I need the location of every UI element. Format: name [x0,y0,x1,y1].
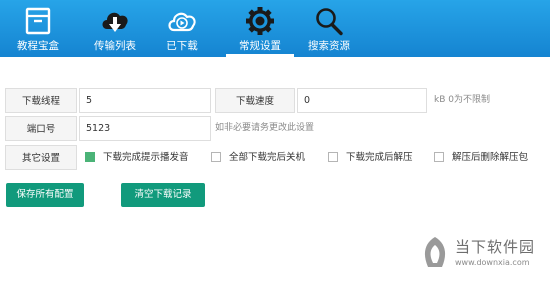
box-icon [25,7,51,35]
option-play-sound[interactable]: 下载完成提示播发音 [85,145,205,170]
tab-search-resources[interactable]: 搜索资源 [302,0,356,57]
tab-label: 教程宝盒 [17,40,59,52]
port-hint: 如非必要请务更改此设置 [215,123,315,133]
port-label: 端口号 [5,116,77,141]
other-settings-label: 其它设置 [5,145,77,170]
checkbox[interactable] [211,152,221,162]
watermark-name: 当下软件园 [455,238,536,256]
gear-icon [246,7,274,35]
option-label: 解压后删除解压包 [452,152,529,163]
cloud-download-icon [102,12,128,32]
speed-input[interactable]: 0 [297,88,427,113]
save-all-button[interactable]: 保存所有配置 [6,183,84,207]
tab-label: 已下载 [166,40,198,52]
app-window: 教程宝盒 传输列表 已下载 常规设置 搜索资源 下载线程 5 下载速度 0 kB… [0,0,550,284]
checkbox[interactable] [85,152,95,162]
option-shutdown[interactable]: 全部下载完后关机 [211,145,321,170]
checkbox[interactable] [434,152,444,162]
option-label: 下载完成后解压 [346,152,413,163]
option-label: 下载完成提示播发音 [103,152,189,163]
watermark-logo-icon [424,237,446,267]
tab-label: 传输列表 [94,40,136,52]
speed-hint: kB 0为不限制 [434,95,490,105]
tab-general-settings[interactable]: 常规设置 [226,0,294,57]
tab-label: 搜索资源 [308,40,350,52]
threads-input[interactable]: 5 [79,88,211,113]
tab-downloaded[interactable]: 已下载 [158,0,206,57]
speed-label: 下载速度 [215,88,295,113]
cloud-play-icon [168,12,196,32]
option-label: 全部下载完后关机 [229,152,306,163]
top-nav-bar: 教程宝盒 传输列表 已下载 常规设置 搜索资源 [0,0,550,57]
option-delete-archive[interactable]: 解压后删除解压包 [434,145,546,170]
checkbox[interactable] [328,152,338,162]
watermark-url: www.downxia.com [455,258,530,267]
tab-tutorial-box[interactable]: 教程宝盒 [8,0,68,57]
search-icon [316,8,343,36]
tab-label: 常规设置 [239,40,281,52]
threads-label: 下载线程 [5,88,77,113]
tab-transfer-list[interactable]: 传输列表 [84,0,146,57]
clear-records-button[interactable]: 清空下载记录 [121,183,205,207]
active-tab-indicator [226,54,294,57]
option-extract[interactable]: 下载完成后解压 [328,145,428,170]
port-input[interactable]: 5123 [79,116,211,141]
